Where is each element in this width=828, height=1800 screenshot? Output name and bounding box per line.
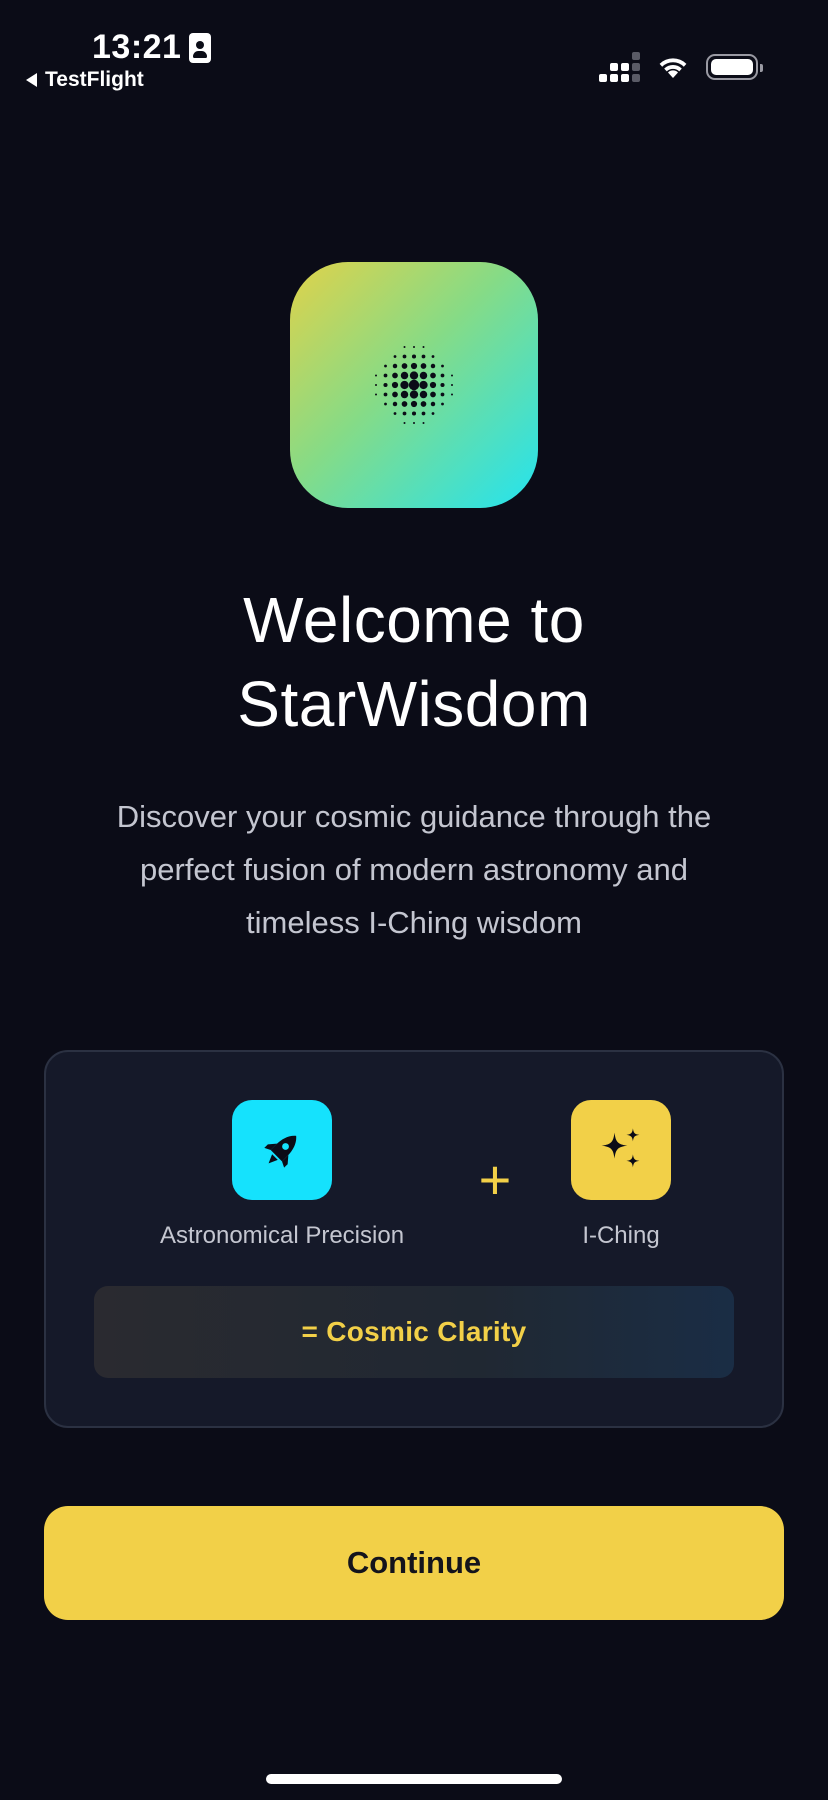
battery-icon	[706, 54, 763, 80]
iching-feature: I-Ching	[506, 1100, 736, 1250]
back-to-testflight-link[interactable]: TestFlight	[26, 68, 144, 92]
id-card-icon	[189, 32, 212, 63]
status-indicators	[599, 52, 763, 82]
astronomy-icon-tile	[232, 1100, 332, 1200]
iching-icon-tile	[571, 1100, 671, 1200]
status-time: 13:21	[92, 28, 212, 67]
welcome-title-line2: StarWisdom	[237, 668, 591, 740]
welcome-title-line1: Welcome to	[243, 584, 585, 656]
home-indicator[interactable]	[266, 1774, 562, 1784]
app-logo	[290, 262, 538, 508]
cellular-signal-icon	[599, 52, 640, 82]
welcome-subtitle: Discover your cosmic guidance through th…	[50, 790, 778, 949]
dotted-sun-icon	[375, 346, 453, 424]
welcome-title: Welcome to StarWisdom	[0, 578, 828, 746]
cosmic-clarity-banner: = Cosmic Clarity	[94, 1286, 734, 1378]
continue-button[interactable]: Continue	[44, 1506, 784, 1620]
fusion-card: Astronomical Precision + I-Ching = Cosmi…	[44, 1050, 784, 1428]
subtitle-line2: perfect fusion of modern astronomy and	[140, 852, 688, 887]
subtitle-line1: Discover your cosmic guidance through th…	[116, 799, 712, 834]
back-arrow-icon	[26, 73, 37, 87]
welcome-screen: 13:21 TestFlight Welcome to StarWisdom D…	[0, 0, 828, 1800]
status-time-text: 13:21	[92, 28, 182, 66]
iching-label: I-Ching	[582, 1222, 660, 1249]
astronomy-label: Astronomical Precision	[159, 1222, 405, 1249]
rocket-icon	[264, 1135, 297, 1168]
subtitle-line3: timeless I-Ching wisdom	[246, 905, 582, 940]
back-link-label: TestFlight	[45, 68, 144, 91]
astronomy-feature: Astronomical Precision	[142, 1100, 422, 1250]
wifi-icon	[659, 58, 687, 78]
sparkles-icon	[601, 1128, 640, 1168]
